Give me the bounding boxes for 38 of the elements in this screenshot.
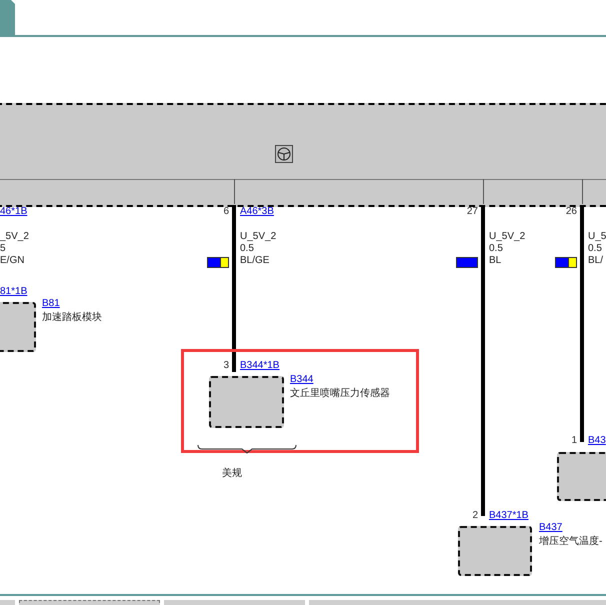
component-code[interactable]: B344 (290, 374, 314, 385)
connector-link[interactable]: B43 (588, 435, 606, 446)
wire-size: 0.5 (240, 243, 254, 254)
connector-link[interactable]: B344*1B (240, 360, 280, 371)
signal-name: U_5V_2 (489, 231, 526, 242)
wire-color-code: BL/ (588, 255, 604, 266)
pin-number: 6 (223, 206, 229, 217)
component-code[interactable]: B437 (539, 522, 562, 533)
component-name: 增压空气温度- (539, 534, 602, 548)
wire-color-code: E/GN (0, 255, 24, 266)
component-box[interactable] (209, 376, 284, 428)
component-box[interactable] (557, 452, 606, 501)
component-name: 加速踏板模块 (42, 310, 102, 324)
pin-number: 2 (472, 510, 478, 521)
connector-link[interactable]: 46*1B (0, 206, 28, 217)
connector-link[interactable]: B437*1B (489, 510, 528, 521)
wire-color-code: BL/GE (240, 255, 270, 266)
wire-size: 0.5 (588, 243, 602, 254)
signal-name: _5V_2 (0, 231, 29, 242)
signal-name: U_5V_2 (240, 231, 276, 242)
pin-number: 3 (223, 360, 229, 371)
component-box[interactable] (0, 302, 36, 352)
component-code[interactable]: B81 (42, 298, 60, 309)
variant-label: 美规 (222, 466, 242, 480)
pin-number: 1 (571, 435, 577, 446)
steering-wheel-icon (275, 145, 293, 163)
component-name: 文丘里喷嘴压力传感器 (290, 386, 390, 400)
connector-link[interactable]: A46*3B (240, 206, 274, 217)
component-box[interactable] (458, 526, 532, 576)
tab-marker[interactable] (0, 0, 15, 36)
connector-link[interactable]: 81*1B (0, 286, 28, 297)
signal-name: U_5 (588, 231, 606, 242)
wire-size: 5 (0, 243, 6, 254)
pin-number: 27 (466, 206, 478, 217)
pin-number: 26 (566, 206, 577, 217)
connector-line (482, 179, 484, 204)
wire-size: 0.5 (489, 243, 503, 254)
wire-color-code: BL (489, 255, 502, 266)
